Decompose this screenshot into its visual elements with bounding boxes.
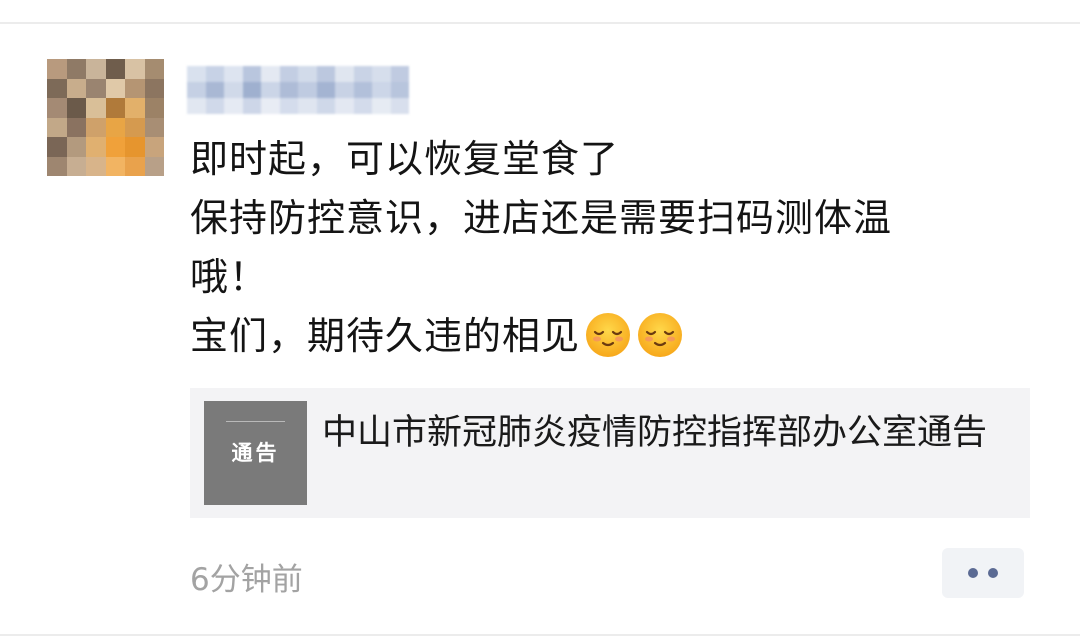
avatar-pixel xyxy=(86,117,106,137)
post-line: 宝们，期待久违的相见 xyxy=(190,314,581,358)
nickname-pixel xyxy=(316,82,335,98)
avatar-pixel xyxy=(105,78,125,98)
post-text: 即时起，可以恢复堂食了 保持防控意识，进店还是需要扫码测体温 哦！ 宝们，期待久… xyxy=(190,130,1050,366)
avatar-pixel xyxy=(66,59,86,79)
nickname-pixel xyxy=(390,66,409,82)
more-dots-icon xyxy=(968,568,978,578)
top-divider xyxy=(0,22,1080,24)
avatar-pixel xyxy=(144,117,164,137)
avatar-pixel xyxy=(125,156,145,176)
avatar-pixel xyxy=(105,98,125,118)
nickname-pixel xyxy=(261,82,280,98)
nickname-pixel xyxy=(279,98,298,114)
nickname-pixel xyxy=(261,66,280,82)
nickname-pixel xyxy=(279,66,298,82)
nickname-pixel xyxy=(390,98,409,114)
avatar-pixel xyxy=(86,59,106,79)
avatar[interactable] xyxy=(47,59,164,176)
avatar-pixel xyxy=(86,98,106,118)
nickname-pixel xyxy=(316,98,335,114)
nickname-pixel xyxy=(187,82,206,98)
smiling-face-icon xyxy=(584,311,632,359)
avatar-pixel xyxy=(105,137,125,157)
avatar-pixel xyxy=(47,156,67,176)
nickname-pixel xyxy=(205,98,224,114)
avatar-pixel xyxy=(125,98,145,118)
post-line-with-emoji: 宝们，期待久违的相见 xyxy=(190,307,1050,366)
nickname-pixel xyxy=(390,82,409,98)
post-line: 哦！ xyxy=(190,255,269,299)
link-thumbnail: 通告 xyxy=(204,401,307,505)
bottom-divider xyxy=(0,634,1080,636)
shared-link-card[interactable]: 通告 中山市新冠肺炎疫情防控指挥部办公室通告 xyxy=(190,388,1030,518)
avatar-pixel xyxy=(105,59,125,79)
avatar-pixel xyxy=(125,117,145,137)
nickname-pixel xyxy=(205,66,224,82)
avatar-pixel xyxy=(144,137,164,157)
avatar-pixel xyxy=(144,98,164,118)
avatar-pixel xyxy=(47,78,67,98)
nickname-pixel xyxy=(335,66,354,82)
nickname-pixel xyxy=(242,82,261,98)
more-options-button[interactable] xyxy=(942,548,1024,598)
nickname-pixel xyxy=(224,66,243,82)
avatar-pixel xyxy=(144,78,164,98)
nickname-pixel xyxy=(205,82,224,98)
nickname-pixel xyxy=(242,66,261,82)
avatar-pixel xyxy=(86,78,106,98)
nickname-pixel xyxy=(372,66,391,82)
avatar-pixel xyxy=(86,156,106,176)
avatar-pixel xyxy=(47,59,67,79)
avatar-pixel xyxy=(47,117,67,137)
link-title: 中山市新冠肺炎疫情防控指挥部办公室通告 xyxy=(322,413,988,453)
avatar-pixel xyxy=(66,117,86,137)
nickname-pixel xyxy=(298,66,317,82)
nickname-pixel xyxy=(335,98,354,114)
author-nickname[interactable] xyxy=(187,66,409,114)
avatar-pixel xyxy=(125,78,145,98)
nickname-pixel xyxy=(224,98,243,114)
more-dots-icon xyxy=(988,568,998,578)
avatar-pixel xyxy=(105,156,125,176)
nickname-pixel xyxy=(353,98,372,114)
nickname-pixel xyxy=(279,82,298,98)
nickname-pixel xyxy=(372,82,391,98)
post-timestamp: 6分钟前 xyxy=(190,562,303,598)
avatar-pixel xyxy=(66,98,86,118)
nickname-pixel xyxy=(187,66,206,82)
smiling-face-icon xyxy=(636,311,684,359)
nickname-pixel xyxy=(298,98,317,114)
avatar-pixel xyxy=(144,156,164,176)
avatar-pixel xyxy=(66,156,86,176)
nickname-pixel xyxy=(372,98,391,114)
avatar-pixel xyxy=(144,59,164,79)
nickname-pixel xyxy=(298,82,317,98)
avatar-pixel xyxy=(125,59,145,79)
avatar-pixel xyxy=(105,117,125,137)
avatar-pixel xyxy=(66,137,86,157)
thumbnail-label: 通告 xyxy=(231,441,280,465)
avatar-pixel xyxy=(86,137,106,157)
avatar-pixel xyxy=(47,98,67,118)
avatar-pixel xyxy=(125,137,145,157)
nickname-pixel xyxy=(335,82,354,98)
post-line: 即时起，可以恢复堂食了 xyxy=(190,137,620,181)
nickname-pixel xyxy=(187,98,206,114)
nickname-pixel xyxy=(353,66,372,82)
avatar-pixel xyxy=(66,78,86,98)
nickname-pixel xyxy=(353,82,372,98)
avatar-pixel xyxy=(47,137,67,157)
nickname-pixel xyxy=(224,82,243,98)
nickname-pixel xyxy=(261,98,280,114)
nickname-pixel xyxy=(316,66,335,82)
thumbnail-rule xyxy=(226,421,285,422)
nickname-pixel xyxy=(242,98,261,114)
post-line: 保持防控意识，进店还是需要扫码测体温 xyxy=(190,196,893,240)
